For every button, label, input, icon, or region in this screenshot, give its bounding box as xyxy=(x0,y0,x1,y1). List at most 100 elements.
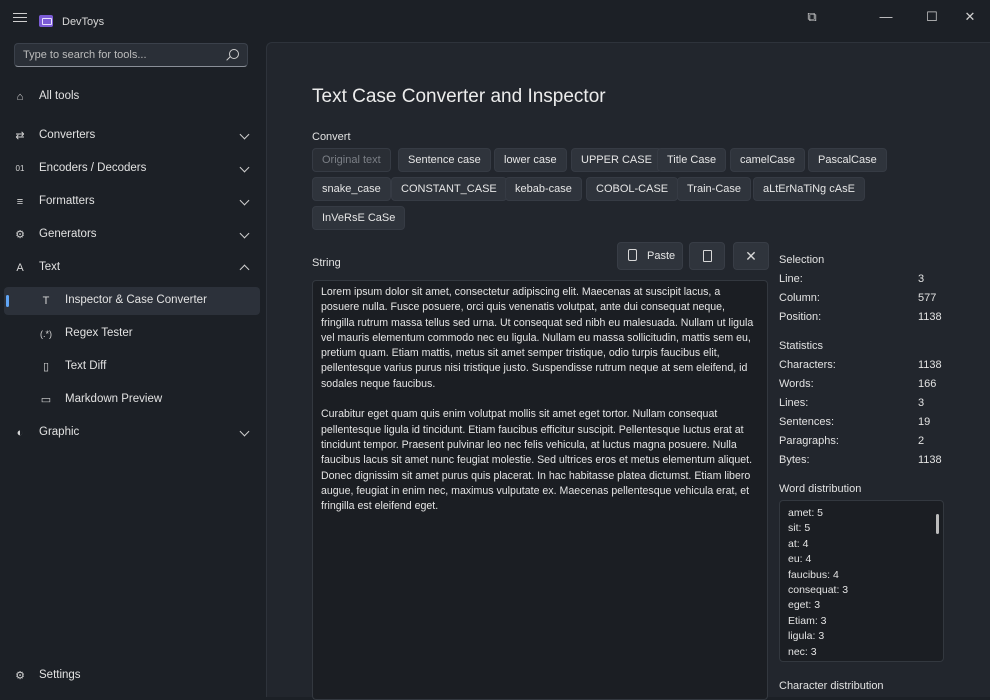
word-count-item: nec: 3 xyxy=(788,645,817,658)
stat-value: 1138 xyxy=(918,359,942,371)
lower-case-button[interactable]: lower case xyxy=(494,148,567,172)
encoders-icon: 01 xyxy=(15,164,25,173)
constant-case-button[interactable]: CONSTANT_CASE xyxy=(391,177,507,201)
sidebar-item-label: All tools xyxy=(39,90,80,102)
main-content: Text Case Converter and Inspector Conver… xyxy=(266,42,990,700)
open-file-button[interactable] xyxy=(689,242,725,270)
word-count-item: at: 4 xyxy=(788,537,809,550)
stat-value: 3 xyxy=(918,397,925,409)
sidebar-item-label: Inspector & Case Converter xyxy=(65,294,207,306)
stat-row-column: Column: 577 xyxy=(779,292,949,308)
stat-key: Lines: xyxy=(779,397,809,409)
statistics-label: Statistics xyxy=(779,340,824,352)
string-textarea[interactable]: Lorem ipsum dolor sit amet, consectetur … xyxy=(312,280,768,700)
sidebar-item-text-diff[interactable]: ▯ Text Diff xyxy=(4,353,260,381)
stat-value: 577 xyxy=(918,292,937,304)
character-distribution-label: Character distribution xyxy=(779,680,884,692)
sidebar-item-label: Converters xyxy=(39,129,96,141)
train-case-button[interactable]: Train-Case xyxy=(677,177,751,201)
sidebar-item-formatters[interactable]: ≡ Formatters xyxy=(4,188,260,216)
sidebar: ⌂ All tools ⇄ Converters 01 Encoders / D… xyxy=(0,36,266,696)
stat-row-words: Words: 166 xyxy=(779,378,949,394)
close-icon[interactable]: ✕ xyxy=(958,8,982,26)
search-input[interactable] xyxy=(23,47,218,63)
sidebar-item-regex-tester[interactable]: (.*) Regex Tester xyxy=(4,320,260,348)
chevron-down-icon xyxy=(239,426,250,437)
stat-value: 1138 xyxy=(918,454,942,466)
stat-value: 3 xyxy=(918,273,925,285)
word-distribution-label: Word distribution xyxy=(779,483,862,495)
sidebar-item-all-tools[interactable]: ⌂ All tools xyxy=(4,83,260,111)
upper-case-button[interactable]: UPPER CASE xyxy=(571,148,662,172)
generators-icon: ⚙ xyxy=(15,229,25,241)
sidebar-item-converters[interactable]: ⇄ Converters xyxy=(4,122,260,150)
sidebar-item-inspector-case-converter[interactable]: T Inspector & Case Converter xyxy=(4,287,260,315)
word-count-item: ligula: 3 xyxy=(788,630,825,643)
sidebar-item-label: Settings xyxy=(39,669,81,681)
stat-key: Position: xyxy=(779,311,822,323)
word-count-item: eu: 4 xyxy=(788,553,812,566)
title-bar: DevToys ⧉ — ☐ ✕ xyxy=(0,0,990,36)
scrollbar[interactable] xyxy=(936,514,939,534)
chevron-down-icon xyxy=(239,228,250,239)
stat-row-sentences: Sentences: 19 xyxy=(779,416,949,432)
stat-key: Line: xyxy=(779,273,803,285)
stat-row-position: Position: 1138 xyxy=(779,311,949,327)
clipboard-icon xyxy=(628,249,637,261)
text-icon: A xyxy=(16,262,24,274)
compact-overlay-icon[interactable]: ⧉ xyxy=(800,8,824,26)
close-icon: ✕ xyxy=(745,248,757,264)
stat-value: 19 xyxy=(918,416,931,428)
chevron-down-icon xyxy=(239,162,250,173)
cobol-case-button[interactable]: COBOL-CASE xyxy=(586,177,679,201)
markdown-icon: ▭ xyxy=(40,394,52,406)
stat-row-line: Line: 3 xyxy=(779,273,949,289)
sidebar-item-text[interactable]: A Text xyxy=(4,254,260,282)
sidebar-item-label: Regex Tester xyxy=(65,327,133,339)
chevron-up-icon xyxy=(239,264,250,275)
selection-indicator xyxy=(6,295,9,307)
search-icon[interactable] xyxy=(229,49,239,59)
alternating-case-button[interactable]: aLtErNaTiNg cAsE xyxy=(753,177,865,201)
stat-key: Column: xyxy=(779,292,820,304)
convert-label: Convert xyxy=(312,131,351,143)
minimize-icon[interactable]: — xyxy=(874,8,898,26)
text-diff-icon: ▯ xyxy=(42,361,50,373)
original-text-button[interactable]: Original text xyxy=(312,148,391,172)
sidebar-item-graphic[interactable]: ◐ Graphic xyxy=(4,419,260,447)
word-count-item: eget: 3 xyxy=(788,599,821,612)
camel-case-button[interactable]: camelCase xyxy=(730,148,806,172)
pascal-case-button[interactable]: PascalCase xyxy=(808,148,887,172)
hamburger-menu-icon[interactable] xyxy=(13,13,27,23)
sidebar-item-settings[interactable]: ⚙ Settings xyxy=(4,662,260,690)
sidebar-item-label: Generators xyxy=(39,228,97,240)
sidebar-item-label: Markdown Preview xyxy=(65,393,163,405)
paste-button[interactable]: Paste xyxy=(617,242,683,270)
chevron-down-icon xyxy=(239,129,250,140)
text-paragraph: Curabitur eget quam quis enim volutpat m… xyxy=(321,408,753,513)
snake-case-button[interactable]: snake_case xyxy=(312,177,391,201)
maximize-icon[interactable]: ☐ xyxy=(920,8,944,26)
sidebar-item-encoders-decoders[interactable]: 01 Encoders / Decoders xyxy=(4,155,260,183)
sidebar-item-generators[interactable]: ⚙ Generators xyxy=(4,221,260,249)
clear-button[interactable]: ✕ xyxy=(733,242,769,270)
search-box[interactable] xyxy=(14,43,248,67)
formatters-icon: ≡ xyxy=(16,196,24,208)
stat-value: 1138 xyxy=(918,311,942,323)
word-count-item: consequat: 3 xyxy=(788,584,849,597)
stat-key: Paragraphs: xyxy=(779,435,839,447)
converters-icon: ⇄ xyxy=(15,130,25,142)
title-case-button[interactable]: Title Case xyxy=(657,148,727,172)
app-title: DevToys xyxy=(62,16,105,28)
inverse-case-button[interactable]: InVeRsE CaSe xyxy=(312,206,406,230)
stat-value: 166 xyxy=(918,378,937,390)
word-distribution-box[interactable]: amet: 5 sit: 5 at: 4 eu: 4 faucibus: 4 c… xyxy=(779,500,944,662)
word-count-item: Etiam: 3 xyxy=(788,614,827,627)
selection-label: Selection xyxy=(779,254,825,266)
sidebar-item-label: Encoders / Decoders xyxy=(39,162,147,174)
sidebar-item-markdown-preview[interactable]: ▭ Markdown Preview xyxy=(4,386,260,414)
sentence-case-button[interactable]: Sentence case xyxy=(398,148,491,172)
paste-button-label: Paste xyxy=(647,250,676,262)
kebab-case-button[interactable]: kebab-case xyxy=(505,177,582,201)
file-icon xyxy=(703,250,712,262)
